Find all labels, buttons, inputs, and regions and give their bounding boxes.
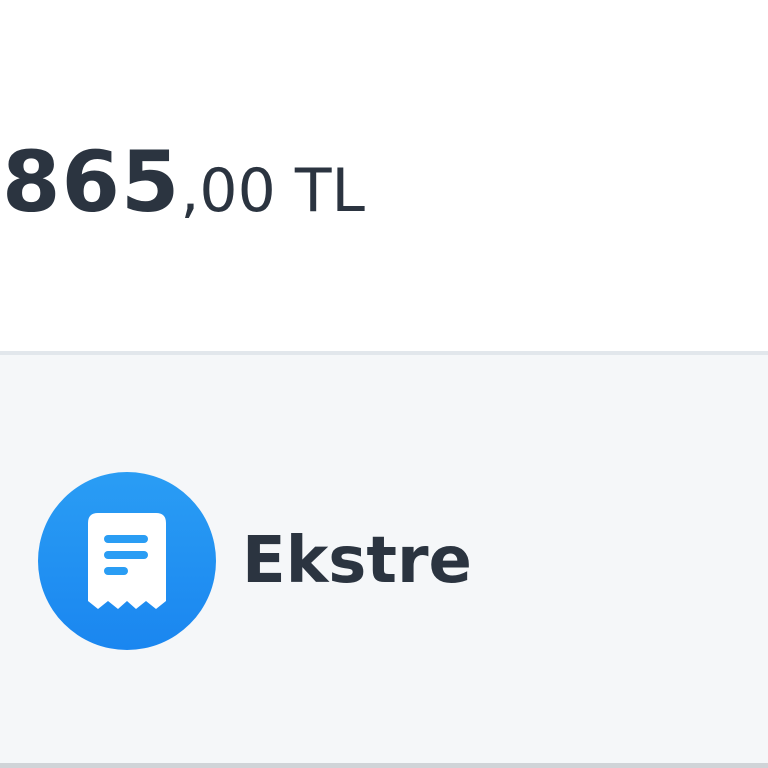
balance-integer: 865 <box>2 133 181 231</box>
bottom-border <box>0 763 768 768</box>
balance-section: 865,00 TL <box>0 0 768 352</box>
statement-button[interactable]: Ekstre <box>38 472 472 650</box>
statement-label: Ekstre <box>242 524 472 598</box>
receipt-icon <box>38 472 216 650</box>
balance-decimal-currency: ,00 TL <box>180 156 365 226</box>
balance-amount: 865,00 TL <box>2 140 365 224</box>
